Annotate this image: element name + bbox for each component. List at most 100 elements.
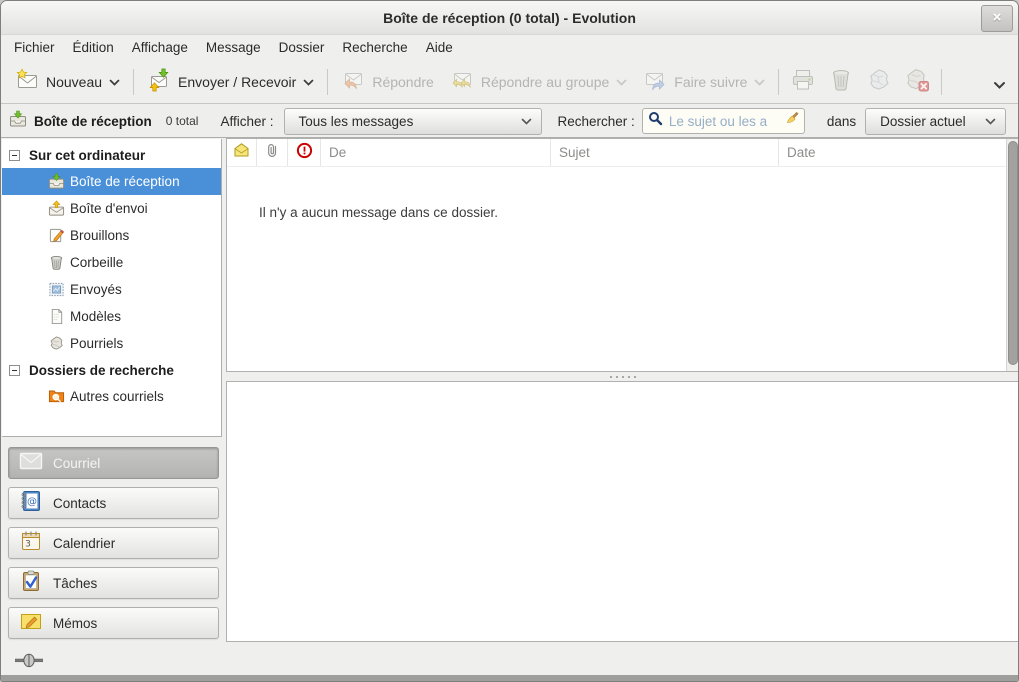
scrollbar-thumb[interactable]: [1008, 141, 1018, 365]
sidebar-item-trash[interactable]: Corbeille: [2, 249, 221, 276]
switcher-label: Tâches: [53, 576, 97, 591]
tree-group-label: Dossiers de recherche: [29, 363, 174, 378]
empty-folder-message: Il n'y a aucun message dans ce dossier.: [259, 205, 1019, 220]
memo-note-icon: [19, 610, 43, 637]
trash-icon: [828, 67, 854, 98]
titlebar[interactable]: Boîte de réception (0 total) - Evolution…: [1, 1, 1018, 35]
sidebar-item-inbox[interactable]: Boîte de réception: [2, 168, 221, 195]
search-label: Rechercher :: [558, 114, 635, 129]
menu-fichier[interactable]: Fichier: [5, 34, 64, 61]
collapse-expander-icon[interactable]: [9, 365, 20, 376]
tree-group-on-this-computer[interactable]: Sur cet ordinateur: [2, 142, 221, 168]
send-receive-button[interactable]: Envoyer / Recevoir: [139, 63, 322, 102]
sidebar-item-templates[interactable]: Modèles: [2, 303, 221, 330]
message-list-scrollbar[interactable]: [1006, 139, 1019, 371]
switcher-tasks-button[interactable]: Tâches: [8, 567, 219, 599]
switcher-label: Contacts: [53, 496, 106, 511]
menu-affichage[interactable]: Affichage: [123, 34, 197, 61]
importance-icon: [296, 142, 313, 164]
menu-dossier[interactable]: Dossier: [270, 34, 334, 61]
junk-button[interactable]: [860, 62, 898, 103]
close-button[interactable]: ×: [981, 5, 1013, 32]
chevron-down-icon: [616, 73, 627, 91]
delete-button[interactable]: [822, 62, 860, 103]
print-button[interactable]: [784, 62, 822, 103]
menu-aide[interactable]: Aide: [417, 34, 462, 61]
switcher-memos-button[interactable]: Mémos: [8, 607, 219, 639]
sidebar-item-label: Boîte de réception: [70, 174, 180, 189]
search-input[interactable]: [667, 113, 780, 130]
in-label: dans: [827, 114, 856, 129]
toolbar-overflow-button[interactable]: [989, 73, 1010, 99]
switcher-contacts-button[interactable]: @ Contacts: [8, 487, 219, 519]
toolbar-separator: [941, 69, 942, 95]
search-scope-dropdown[interactable]: Dossier actuel: [865, 108, 1006, 135]
inbox-icon: [9, 110, 27, 133]
not-junk-icon: [904, 67, 930, 98]
menu-edition[interactable]: Édition: [64, 34, 123, 61]
search-entry[interactable]: [642, 108, 805, 134]
sidebar-item-label: Modèles: [70, 309, 121, 324]
drafts-icon: [48, 227, 65, 244]
window-title: Boîte de réception (0 total) - Evolution: [383, 10, 636, 26]
trash-icon: [48, 254, 65, 271]
sidebar-item-sent[interactable]: Envoyés: [2, 276, 221, 303]
column-subject[interactable]: Sujet: [551, 139, 779, 166]
message-list-header: De Sujet Date: [227, 139, 1019, 167]
switcher-label: Calendrier: [53, 536, 115, 551]
column-importance[interactable]: [288, 139, 321, 166]
chevron-down-icon: [521, 112, 532, 130]
chevron-down-icon: [985, 112, 996, 130]
clear-search-broom-icon[interactable]: [784, 111, 799, 131]
toolbar-separator: [778, 69, 779, 95]
reply-group-label: Répondre au groupe: [481, 74, 609, 90]
column-date[interactable]: Date: [779, 139, 1006, 166]
forward-icon: [643, 68, 667, 97]
reply-group-button[interactable]: Répondre au groupe: [442, 63, 635, 102]
document-icon: [48, 308, 65, 325]
send-receive-label: Envoyer / Recevoir: [178, 74, 296, 90]
folder-tree: Sur cet ordinateur Boîte de réception: [2, 139, 222, 437]
sidebar-item-outbox[interactable]: Boîte d'envoi: [2, 195, 221, 222]
pane-splitter-handle[interactable]: [226, 372, 1019, 381]
read-status-envelope-icon: [233, 142, 250, 163]
collapse-expander-icon[interactable]: [9, 150, 20, 161]
sidebar-item-label: Envoyés: [70, 282, 122, 297]
show-filter-dropdown[interactable]: Tous les messages: [284, 108, 542, 135]
column-from[interactable]: De: [321, 139, 551, 166]
reply-button[interactable]: Répondre: [333, 63, 442, 102]
sidebar-item-drafts[interactable]: Brouillons: [2, 222, 221, 249]
printer-icon: [790, 67, 816, 98]
online-plug-icon: [15, 653, 43, 673]
sidebar-item-label: Boîte d'envoi: [70, 201, 148, 216]
forward-label: Faire suivre: [674, 74, 747, 90]
sidebar-item-label: Corbeille: [70, 255, 123, 270]
new-button[interactable]: Nouveau: [7, 63, 128, 102]
close-icon: ×: [993, 9, 1002, 26]
tasks-clipboard-icon: [19, 570, 43, 597]
online-status-button[interactable]: [15, 653, 43, 673]
mail-icon: [19, 451, 43, 476]
forward-button[interactable]: Faire suivre: [635, 63, 773, 102]
paperclip-icon: [265, 142, 279, 164]
search-scope-value: Dossier actuel: [880, 114, 966, 129]
evolution-window: Boîte de réception (0 total) - Evolution…: [0, 0, 1019, 682]
current-folder-name: Boîte de réception: [34, 114, 152, 129]
menu-message[interactable]: Message: [197, 34, 270, 61]
sidebar-item-junk[interactable]: Pourriels: [2, 330, 221, 357]
message-preview-pane: [226, 381, 1019, 642]
sidebar-item-other-mail[interactable]: Autres courriels: [2, 383, 221, 410]
svg-text:@: @: [27, 496, 37, 507]
not-junk-button[interactable]: [898, 62, 936, 103]
column-attachment[interactable]: [257, 139, 288, 166]
column-read-status[interactable]: [227, 139, 257, 166]
menu-recherche[interactable]: Recherche: [333, 34, 416, 61]
switcher-calendar-button[interactable]: 3 Calendrier: [8, 527, 219, 559]
show-filter-value: Tous les messages: [299, 114, 414, 129]
menubar: Fichier Édition Affichage Message Dossie…: [1, 34, 1018, 61]
address-book-icon: @: [19, 490, 43, 517]
switcher-mail-button[interactable]: Courriel: [8, 447, 219, 479]
window-bottom-edge: [1, 675, 1018, 681]
tree-group-search-folders[interactable]: Dossiers de recherche: [2, 357, 221, 383]
sidebar-item-label: Autres courriels: [70, 389, 164, 404]
